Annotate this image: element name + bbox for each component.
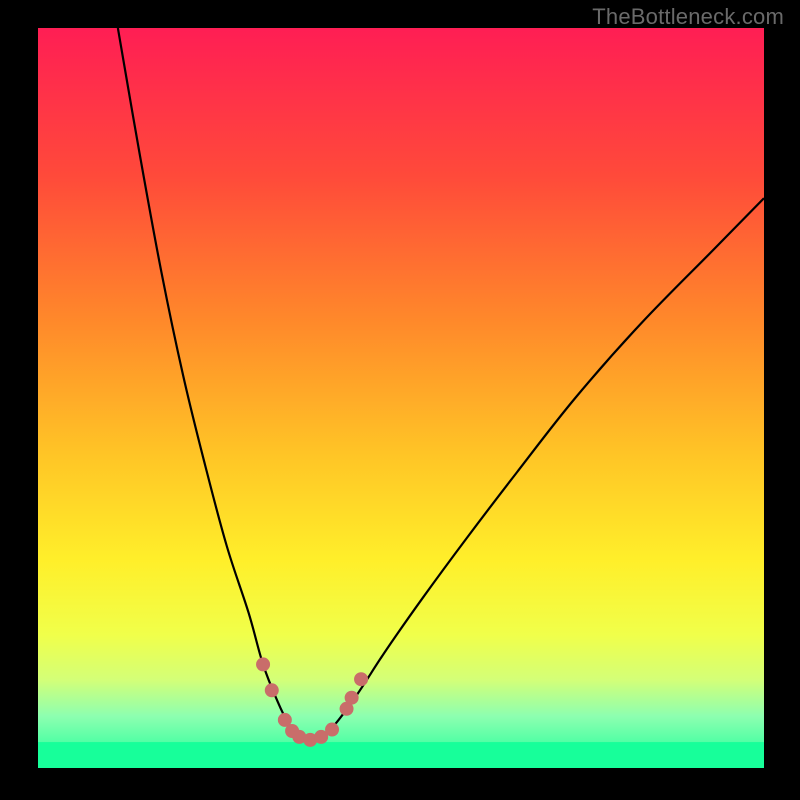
- plot-svg: [38, 28, 764, 768]
- highlight-marker: [256, 657, 270, 671]
- highlight-marker: [325, 723, 339, 737]
- highlight-marker: [345, 691, 359, 705]
- plot-area: [38, 28, 764, 768]
- highlight-marker: [354, 672, 368, 686]
- highlight-marker: [265, 683, 279, 697]
- watermark-text: TheBottleneck.com: [592, 4, 784, 30]
- gradient-background: [38, 28, 764, 768]
- green-band: [38, 742, 764, 768]
- chart-frame: TheBottleneck.com: [0, 0, 800, 800]
